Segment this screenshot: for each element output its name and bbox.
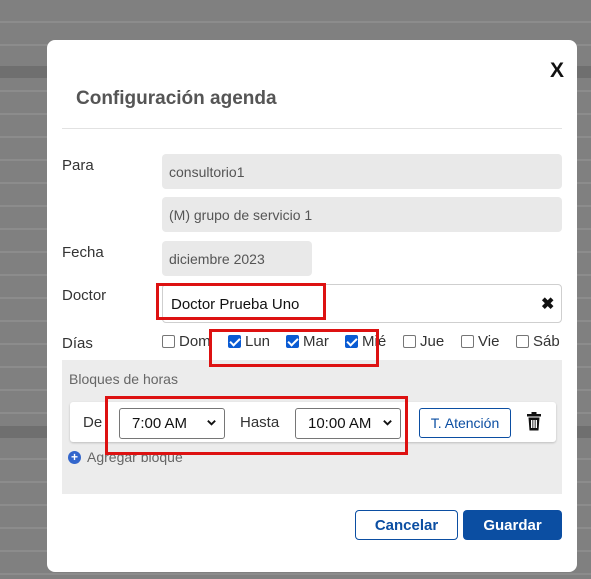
- add-block-label: Agregar bloque: [87, 449, 183, 465]
- end-time-select[interactable]: 10:00 AM: [295, 408, 401, 439]
- attention-time-button[interactable]: T. Atención: [419, 408, 511, 438]
- blocks-title: Bloques de horas: [69, 371, 178, 387]
- start-time-value: 7:00 AM: [132, 415, 188, 432]
- day-checkbox-vie[interactable]: Vie: [461, 333, 499, 350]
- dias-label: Días: [62, 335, 93, 352]
- add-block-link[interactable]: + Agregar bloque: [68, 449, 183, 465]
- time-blocks-panel: Bloques de horas De 7:00 AM Hasta 10:00 …: [62, 360, 562, 494]
- day-label: Mié: [362, 333, 387, 350]
- doctor-value: Doctor Prueba Uno: [171, 296, 300, 313]
- cancel-button[interactable]: Cancelar: [355, 510, 458, 540]
- checkbox-box[interactable]: [162, 335, 175, 348]
- chevron-down-icon: [207, 420, 216, 426]
- title-divider: [62, 128, 562, 129]
- hasta-label: Hasta: [240, 414, 280, 431]
- day-label: Mar: [303, 333, 329, 350]
- checkbox-box[interactable]: [516, 335, 529, 348]
- day-label: Dom: [179, 333, 211, 350]
- day-checkbox-sab[interactable]: Sáb: [516, 333, 560, 350]
- close-button[interactable]: X: [547, 60, 567, 82]
- fecha-field: diciembre 2023: [162, 241, 312, 276]
- checkbox-box[interactable]: [461, 335, 474, 348]
- checkbox-box[interactable]: [228, 335, 241, 348]
- checkbox-box[interactable]: [345, 335, 358, 348]
- save-button[interactable]: Guardar: [463, 510, 562, 540]
- chevron-down-icon: [383, 420, 392, 426]
- day-checkbox-jue[interactable]: Jue: [403, 333, 444, 350]
- fecha-label: Fecha: [62, 244, 104, 261]
- checkbox-box[interactable]: [286, 335, 299, 348]
- doctor-label: Doctor: [62, 287, 107, 304]
- doctor-select[interactable]: Doctor Prueba Uno ✖: [162, 284, 562, 323]
- checkbox-box[interactable]: [403, 335, 416, 348]
- day-label: Lun: [245, 333, 271, 350]
- para-field-consultorio: consultorio1: [162, 154, 562, 189]
- day-label: Vie: [478, 333, 500, 350]
- trash-icon[interactable]: [526, 412, 542, 431]
- day-checkbox-mar[interactable]: Mar: [286, 333, 329, 350]
- end-time-value: 10:00 AM: [308, 415, 372, 432]
- para-field-grupo: (M) grupo de servicio 1: [162, 197, 562, 232]
- modal-title: Configuración agenda: [76, 88, 277, 109]
- day-label: Jue: [420, 333, 445, 350]
- day-checkbox-mie[interactable]: Mié: [345, 333, 386, 350]
- clear-icon[interactable]: ✖: [541, 294, 554, 314]
- time-block-row: De 7:00 AM Hasta 10:00 AM T. Atención: [70, 402, 556, 442]
- day-checkbox-lun[interactable]: Lun: [228, 333, 270, 350]
- para-label: Para: [62, 157, 94, 174]
- day-label: Sáb: [533, 333, 560, 350]
- start-time-select[interactable]: 7:00 AM: [119, 408, 225, 439]
- day-checkbox-dom[interactable]: Dom: [162, 333, 211, 350]
- schedule-config-modal: X Configuración agenda Para consultorio1…: [47, 40, 577, 572]
- plus-circle-icon: +: [68, 450, 81, 464]
- de-label: De: [83, 414, 103, 431]
